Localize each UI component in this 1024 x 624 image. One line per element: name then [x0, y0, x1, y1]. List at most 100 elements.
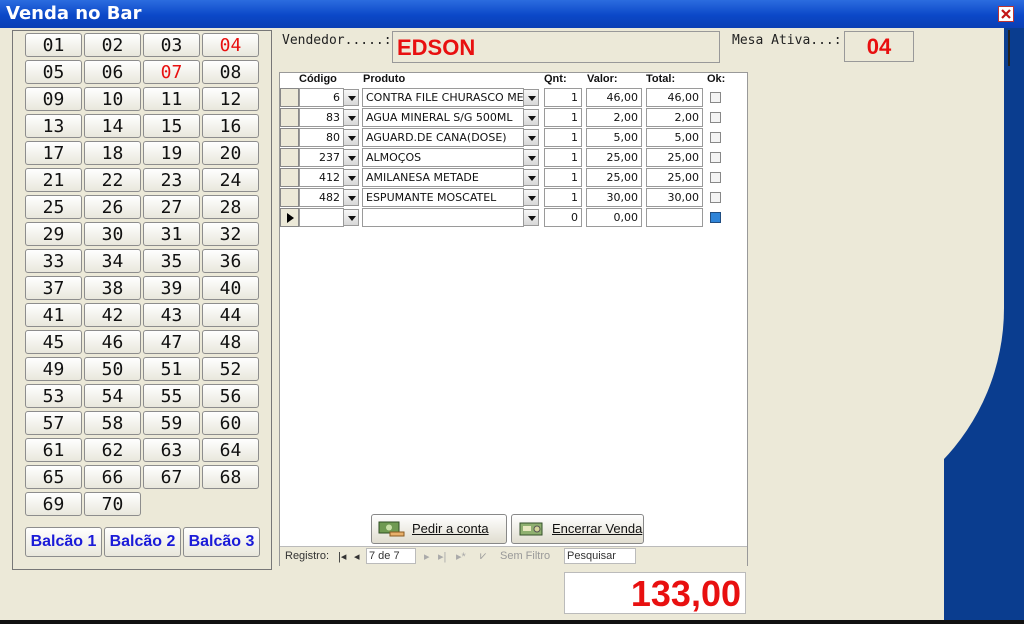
total-field[interactable]: 30,00 — [646, 188, 703, 207]
table-button-28[interactable]: 28 — [202, 195, 259, 219]
total-field[interactable]: 25,00 — [646, 168, 703, 187]
table-button-12[interactable]: 12 — [202, 87, 259, 111]
price-field[interactable]: 25,00 — [586, 168, 642, 187]
table-button-39[interactable]: 39 — [143, 276, 200, 300]
table-button-36[interactable]: 36 — [202, 249, 259, 273]
table-button-06[interactable]: 06 — [84, 60, 141, 84]
price-field[interactable]: 0,00 — [586, 208, 642, 227]
code-field[interactable]: 412 — [299, 168, 344, 187]
row-selector[interactable] — [280, 128, 299, 147]
table-button-62[interactable]: 62 — [84, 438, 141, 462]
code-field[interactable]: 80 — [299, 128, 344, 147]
table-button-44[interactable]: 44 — [202, 303, 259, 327]
product-field[interactable]: ESPUMANTE MOSCATEL — [362, 188, 524, 207]
table-button-52[interactable]: 52 — [202, 357, 259, 381]
table-button-07[interactable]: 07 — [143, 60, 200, 84]
code-field[interactable]: 237 — [299, 148, 344, 167]
product-dropdown-button[interactable] — [523, 149, 539, 166]
product-dropdown-button[interactable] — [523, 209, 539, 226]
row-selector[interactable] — [280, 208, 299, 227]
row-selector[interactable] — [280, 108, 299, 127]
total-field[interactable]: 25,00 — [646, 148, 703, 167]
table-button-26[interactable]: 26 — [84, 195, 141, 219]
table-button-16[interactable]: 16 — [202, 114, 259, 138]
table-button-46[interactable]: 46 — [84, 330, 141, 354]
close-icon[interactable] — [998, 6, 1014, 22]
table-button-70[interactable]: 70 — [84, 492, 141, 516]
table-button-53[interactable]: 53 — [25, 384, 82, 408]
table-button-57[interactable]: 57 — [25, 411, 82, 435]
table-button-41[interactable]: 41 — [25, 303, 82, 327]
table-button-27[interactable]: 27 — [143, 195, 200, 219]
price-field[interactable]: 2,00 — [586, 108, 642, 127]
table-button-11[interactable]: 11 — [143, 87, 200, 111]
code-dropdown-button[interactable] — [343, 189, 359, 206]
counter-button-2[interactable]: Balcão 2 — [104, 527, 181, 557]
scrollbar[interactable] — [1008, 30, 1010, 66]
table-button-59[interactable]: 59 — [143, 411, 200, 435]
table-button-17[interactable]: 17 — [25, 141, 82, 165]
row-selector[interactable] — [280, 168, 299, 187]
product-field[interactable]: ALMOÇOS — [362, 148, 524, 167]
total-field[interactable] — [646, 208, 703, 227]
table-button-23[interactable]: 23 — [143, 168, 200, 192]
order-bill-button[interactable]: Pedir a conta — [371, 514, 507, 544]
table-button-08[interactable]: 08 — [202, 60, 259, 84]
table-button-30[interactable]: 30 — [84, 222, 141, 246]
table-button-40[interactable]: 40 — [202, 276, 259, 300]
table-button-31[interactable]: 31 — [143, 222, 200, 246]
last-record-icon[interactable]: ▸| — [438, 550, 446, 563]
ok-checkbox[interactable] — [710, 172, 721, 183]
qty-field[interactable]: 1 — [544, 88, 582, 107]
qty-field[interactable]: 1 — [544, 108, 582, 127]
table-button-34[interactable]: 34 — [84, 249, 141, 273]
counter-button-1[interactable]: Balcão 1 — [25, 527, 102, 557]
table-button-37[interactable]: 37 — [25, 276, 82, 300]
prev-record-icon[interactable]: ◂ — [354, 550, 360, 563]
table-button-35[interactable]: 35 — [143, 249, 200, 273]
qty-field[interactable]: 1 — [544, 188, 582, 207]
new-record-icon[interactable]: ▸* — [456, 550, 466, 563]
table-button-58[interactable]: 58 — [84, 411, 141, 435]
table-button-09[interactable]: 09 — [25, 87, 82, 111]
table-button-66[interactable]: 66 — [84, 465, 141, 489]
table-button-49[interactable]: 49 — [25, 357, 82, 381]
table-button-13[interactable]: 13 — [25, 114, 82, 138]
record-position[interactable]: 7 de 7 — [366, 548, 416, 564]
table-button-54[interactable]: 54 — [84, 384, 141, 408]
table-button-04[interactable]: 04 — [202, 33, 259, 57]
code-dropdown-button[interactable] — [343, 209, 359, 226]
ok-checkbox[interactable] — [710, 112, 721, 123]
product-dropdown-button[interactable] — [523, 169, 539, 186]
table-button-38[interactable]: 38 — [84, 276, 141, 300]
row-selector[interactable] — [280, 148, 299, 167]
table-button-33[interactable]: 33 — [25, 249, 82, 273]
table-button-51[interactable]: 51 — [143, 357, 200, 381]
ok-checkbox[interactable] — [710, 132, 721, 143]
code-dropdown-button[interactable] — [343, 109, 359, 126]
table-button-29[interactable]: 29 — [25, 222, 82, 246]
row-selector[interactable] — [280, 188, 299, 207]
code-field[interactable] — [299, 208, 344, 227]
table-button-68[interactable]: 68 — [202, 465, 259, 489]
next-record-icon[interactable]: ▸ — [424, 550, 430, 563]
product-field[interactable]: AGUARD.DE CANA(DOSE) — [362, 128, 524, 147]
product-dropdown-button[interactable] — [523, 189, 539, 206]
table-button-67[interactable]: 67 — [143, 465, 200, 489]
table-button-22[interactable]: 22 — [84, 168, 141, 192]
table-button-01[interactable]: 01 — [25, 33, 82, 57]
ok-checkbox[interactable] — [710, 152, 721, 163]
code-dropdown-button[interactable] — [343, 169, 359, 186]
table-button-45[interactable]: 45 — [25, 330, 82, 354]
close-sale-button[interactable]: Encerrar Venda — [511, 514, 644, 544]
ok-checkbox[interactable] — [710, 212, 721, 223]
table-button-05[interactable]: 05 — [25, 60, 82, 84]
total-field[interactable]: 46,00 — [646, 88, 703, 107]
code-field[interactable]: 482 — [299, 188, 344, 207]
price-field[interactable]: 5,00 — [586, 128, 642, 147]
product-field[interactable]: AGUA MINERAL S/G 500ML — [362, 108, 524, 127]
ok-checkbox[interactable] — [710, 92, 721, 103]
search-input[interactable]: Pesquisar — [564, 548, 636, 564]
table-button-60[interactable]: 60 — [202, 411, 259, 435]
product-field[interactable]: AMILANESA METADE — [362, 168, 524, 187]
